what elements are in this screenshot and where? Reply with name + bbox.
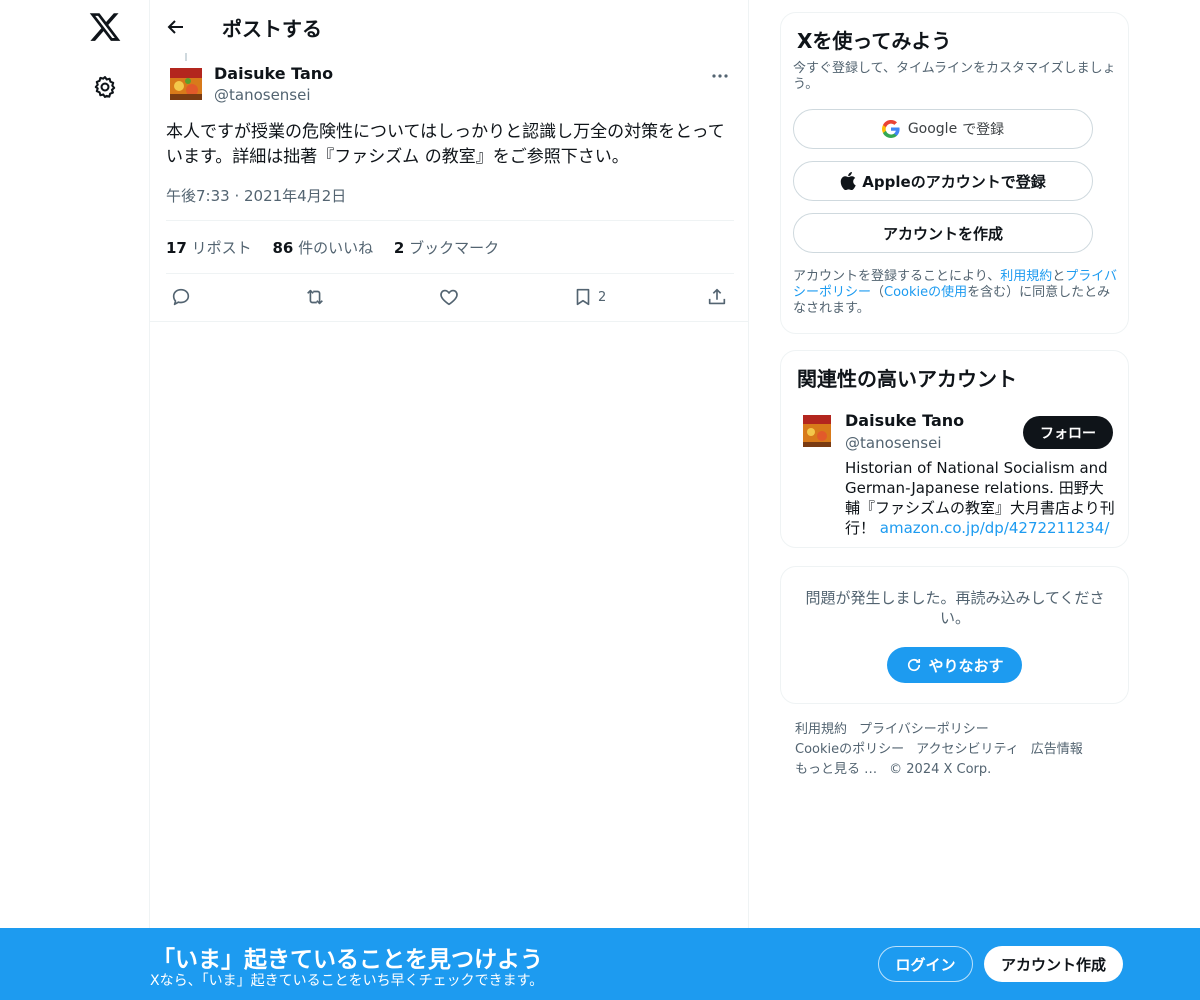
bookmark-count: 2	[598, 289, 607, 305]
author-name[interactable]: Daisuke Tano	[214, 64, 333, 83]
post-timestamp[interactable]: 午後7:33 · 2021年4月2日	[166, 185, 346, 206]
retry-label: やりなおす	[928, 656, 1004, 675]
error-message: 問題が発生しました。再読み込みしてください。	[805, 589, 1105, 627]
apple-signup-button[interactable]: Appleのアカウントで登録	[793, 161, 1093, 201]
cookie-link[interactable]: Cookieの使用	[884, 285, 967, 300]
account-bio: Historian of National Socialism and Germ…	[845, 459, 1115, 537]
refresh-icon	[908, 658, 921, 672]
page-title: ポストする	[222, 17, 322, 41]
footer-terms-link[interactable]: 利用規約	[795, 722, 847, 737]
retry-button[interactable]: やりなおす	[887, 647, 1022, 683]
related-title: 関連性の高いアカウント	[797, 367, 1017, 391]
apple-signup-label: Appleのアカウントで登録	[862, 172, 1046, 191]
follow-button[interactable]: フォロー	[1023, 416, 1113, 449]
bookmark-icon[interactable]: 2	[572, 283, 606, 311]
bookmark-stat[interactable]: 2 ブックマーク	[394, 239, 499, 257]
share-icon[interactable]	[706, 283, 728, 311]
divider	[166, 273, 734, 274]
reply-icon[interactable]	[170, 283, 192, 311]
google-icon	[881, 120, 900, 138]
author-handle[interactable]: @tanosensei	[214, 86, 311, 104]
like-icon[interactable]	[438, 283, 460, 311]
gear-icon[interactable]	[92, 74, 118, 100]
signup-button[interactable]: アカウント作成	[984, 946, 1123, 982]
signup-title: Xを使ってみよう	[797, 29, 952, 53]
avatar[interactable]	[166, 64, 206, 104]
x-logo-icon[interactable]	[88, 10, 122, 44]
footer-cookie-link[interactable]: Cookieのポリシー	[795, 742, 904, 757]
main-column: ポストする Daisuke Tano @tanosensei 本人ですが授業の危…	[150, 0, 749, 1000]
post-text: 本人ですが授業の危険性についてはしっかりと認識し万全の対策をとっています。詳細は…	[166, 122, 725, 167]
footer-privacy-link[interactable]: プライバシーポリシー	[859, 722, 989, 737]
apple-icon	[841, 172, 856, 190]
like-stat[interactable]: 86 件のいいね	[272, 239, 373, 257]
more-icon[interactable]	[710, 66, 730, 86]
post-actions: 2	[166, 283, 734, 313]
google-signup-button[interactable]: Google で登録	[793, 109, 1093, 149]
terms-text: アカウントを登録することにより、利用規約とプライバシーポリシー（Cookieの使…	[793, 269, 1118, 316]
page-header: ポストする	[150, 0, 749, 54]
create-account-button[interactable]: アカウントを作成	[793, 213, 1093, 253]
post-stats: 17 リポスト 86 件のいいね 2 ブックマーク	[166, 237, 515, 258]
footer-accessibility-link[interactable]: アクセシビリティ	[916, 742, 1019, 757]
signup-subtitle: 今すぐ登録して、タイムラインをカスタマイズしましょう。	[793, 61, 1116, 92]
login-banner: 「いま」起きていることを見つけよう Xなら、「いま」起きていることをいち早くチェ…	[0, 928, 1200, 1000]
footer-more-link[interactable]: もっと見る …	[795, 762, 877, 777]
footer-ads-link[interactable]: 広告情報	[1031, 742, 1083, 757]
signup-card: Xを使ってみよう 今すぐ登録して、タイムラインをカスタマイズしましょう。 Goo…	[780, 12, 1129, 334]
repost-stat[interactable]: 17 リポスト	[166, 239, 252, 257]
terms-link[interactable]: 利用規約	[1000, 269, 1052, 284]
sidebar-footer: 利用規約 プライバシーポリシー Cookieのポリシー アクセシビリティ 広告情報 も…	[795, 720, 1125, 780]
bio-link[interactable]: amazon.co.jp/dp/4272211234/	[880, 519, 1110, 537]
google-brand: Google	[907, 121, 958, 137]
error-card: 問題が発生しました。再読み込みしてください。 やりなおす	[780, 566, 1129, 704]
banner-title: 「いま」起きていることを見つけよう	[152, 947, 543, 973]
left-rail	[0, 0, 150, 1000]
account-name[interactable]: Daisuke Tano	[845, 411, 964, 430]
account-handle[interactable]: @tanosensei	[845, 434, 942, 452]
copyright: © 2024 X Corp.	[889, 762, 992, 777]
divider	[150, 321, 749, 322]
create-account-label: アカウントを作成	[882, 224, 1003, 243]
repost-icon[interactable]	[304, 283, 326, 311]
avatar[interactable]	[801, 413, 833, 449]
back-arrow-icon[interactable]	[164, 15, 188, 39]
google-signup-label: で登録	[962, 122, 1005, 138]
thread-line	[185, 53, 187, 61]
banner-subtitle: Xなら、「いま」起きていることをいち早くチェックできます。	[150, 973, 544, 989]
related-accounts-card: 関連性の高いアカウント Daisuke Tano @tanosensei フォロ…	[780, 350, 1129, 548]
login-button[interactable]: ログイン	[878, 946, 973, 982]
divider	[166, 220, 734, 221]
